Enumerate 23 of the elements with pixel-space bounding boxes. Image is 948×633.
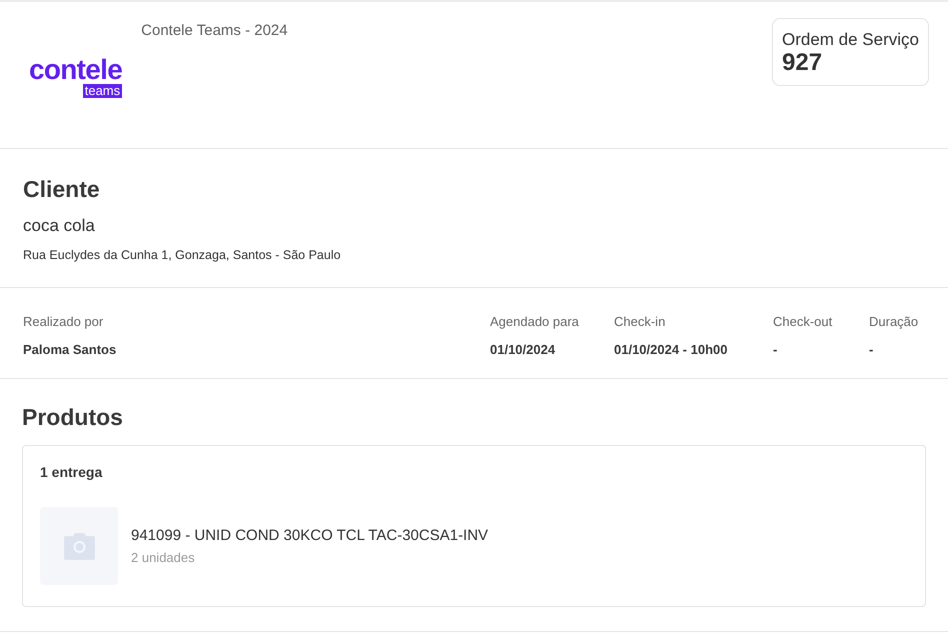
camera-icon	[64, 532, 94, 560]
detail-label: Agendado para	[490, 313, 579, 331]
order-label: Ordem de Serviço	[782, 30, 919, 50]
detail-label: Check-out	[773, 313, 832, 331]
logo-tag: teams	[82, 84, 122, 98]
client-heading: Cliente	[23, 175, 101, 203]
product-name: 941099 - UNID COND 30KCO TCL TAC-30CSA1-INV	[131, 526, 488, 546]
client-address: Rua Euclydes da Cunha 1, Gonzaga, Santos - São Paulo	[23, 246, 342, 264]
detail-value: 01/10/2024	[490, 340, 556, 358]
company-caption: Contele Teams - 2024	[141, 21, 288, 41]
order-number: 927	[782, 50, 824, 76]
delivery-count: 1 entrega	[40, 463, 102, 482]
logo-wordmark: contele	[29, 56, 122, 84]
detail-value: -	[773, 340, 778, 358]
detail-label: Check-in	[614, 313, 666, 331]
detail-value: -	[869, 340, 874, 358]
products-heading: Produtos	[22, 403, 124, 432]
product-quantity: 2 unidades	[131, 548, 196, 566]
detail-value: Paloma Santos	[23, 340, 116, 358]
client-name: coca cola	[23, 215, 96, 237]
detail-value: 01/10/2024 - 10h00	[614, 340, 728, 358]
detail-label: Duração	[869, 313, 918, 331]
detail-label: Realizado por	[23, 313, 104, 331]
